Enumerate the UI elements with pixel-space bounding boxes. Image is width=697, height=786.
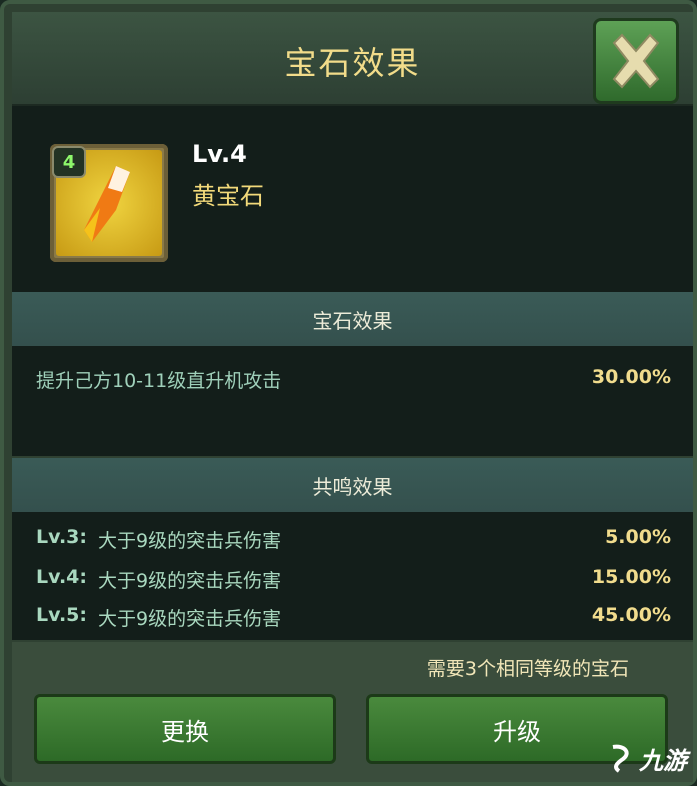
gem-level: Lv.4 [192,140,247,168]
close-x-icon [612,33,660,89]
resonance-row: Lv.3: 大于9级的突击兵伤害 5.00% [36,526,671,556]
watermark: 九游 [587,738,687,778]
gem-name: 黄宝石 [192,182,264,210]
resonance-list: Lv.3: 大于9级的突击兵伤害 5.00% Lv.4: 大于9级的突击兵伤害 … [12,512,693,640]
watermark-text: 九游 [639,746,687,775]
gem-effect-dialog: 宝石效果 4 Lv.4 黄宝石 宝石效果 提升己方10-11级直升机攻击 30.… [0,0,697,786]
gem-info: 4 Lv.4 黄宝石 [12,106,693,292]
replace-button[interactable]: 更换 [34,694,336,764]
gem-effect-list: 提升己方10-11级直升机攻击 30.00% [12,346,693,456]
resonance-value: 45.00% [591,604,671,626]
jiuyou-logo-icon [612,744,629,773]
effect-value: 30.00% [591,366,671,388]
resonance-row: Lv.5: 大于9级的突击兵伤害 45.00% [36,604,671,634]
dialog-header: 宝石效果 [12,12,693,106]
upgrade-requirement: 需要3个相同等级的宝石 [426,658,629,680]
resonance-description: 大于9级的突击兵伤害 [98,530,282,552]
resonance-section-header: 共鸣效果 [12,458,693,512]
resonance-level: Lv.3: [36,526,87,548]
resonance-description: 大于9级的突击兵伤害 [98,608,282,630]
resonance-description: 大于9级的突击兵伤害 [98,570,282,592]
resonance-level: Lv.4: [36,566,87,588]
gem-effect-section-header: 宝石效果 [12,292,693,346]
resonance-row: Lv.4: 大于9级的突击兵伤害 15.00% [36,566,671,596]
gem-effect-row: 提升己方10-11级直升机攻击 30.00% [36,366,671,396]
resonance-value: 5.00% [605,526,671,548]
gem-slot[interactable]: 4 [50,144,168,262]
dialog-title: 宝石效果 [284,44,421,82]
effect-description: 提升己方10-11级直升机攻击 [36,370,282,392]
resonance-value: 15.00% [591,566,671,588]
close-button[interactable] [593,18,679,104]
gem-level-badge: 4 [52,146,86,178]
resonance-level: Lv.5: [36,604,87,626]
